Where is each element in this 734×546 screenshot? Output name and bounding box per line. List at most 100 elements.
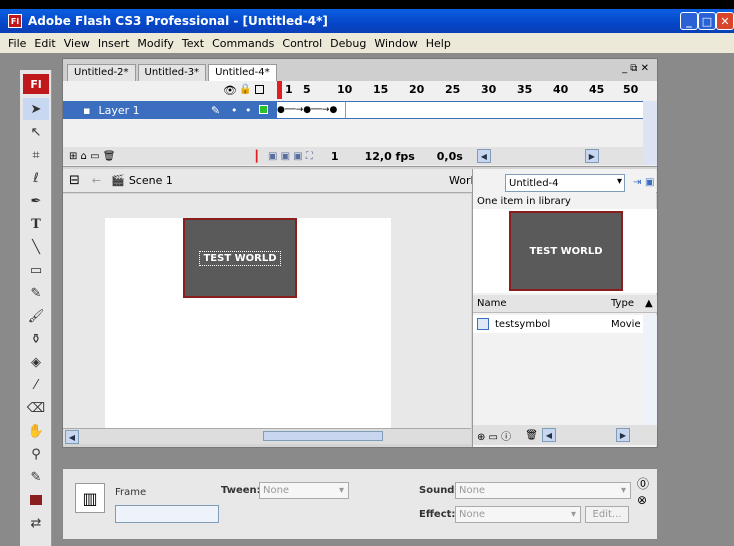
scroll-thumb[interactable] <box>263 431 383 441</box>
text-tool-icon[interactable]: T <box>23 213 49 235</box>
library-item-name: testsymbol <box>495 318 551 330</box>
frame-label-input[interactable] <box>115 505 219 523</box>
rectangle-tool-icon[interactable]: ▭ <box>23 259 49 281</box>
delete-icon[interactable]: 🗑 <box>525 430 538 441</box>
timeline-vscroll[interactable] <box>643 101 657 165</box>
tab-untitled-4[interactable]: Untitled-4* <box>208 64 277 81</box>
menu-file[interactable]: File <box>4 37 30 50</box>
column-name[interactable]: Name <box>477 298 507 309</box>
ink-bottle-tool-icon[interactable]: ⚱ <box>23 328 49 350</box>
sound-label: Sound: <box>419 485 459 496</box>
scroll-left-icon[interactable]: ◀ <box>65 430 79 444</box>
tween-frames[interactable]: ●──→●──→● <box>277 102 345 118</box>
flash-app-icon: Fl <box>8 14 22 28</box>
back-arrow-icon[interactable]: ← <box>92 174 101 187</box>
window-controls-icon[interactable]: _ ⧉ ✕ <box>622 63 649 74</box>
scroll-right-icon[interactable]: ▶ <box>584 149 599 163</box>
menu-modify[interactable]: Modify <box>133 37 177 50</box>
scroll-left-icon[interactable]: ◀ <box>476 149 491 163</box>
tab-untitled-2[interactable]: Untitled-2* <box>67 64 136 81</box>
frame-ruler[interactable]: 1 5 10 15 20 25 30 35 40 45 50 <box>277 81 655 99</box>
tween-select[interactable]: None ▾ <box>259 482 349 499</box>
layer-name[interactable]: Layer 1 <box>98 104 139 117</box>
menu-control[interactable]: Control <box>278 37 326 50</box>
playhead[interactable] <box>277 81 282 99</box>
tools-panel: Fl ➤ ↖ ⌗ ℓ ✒ T ╲ ▭ ✎ 🖌 ⚱ ◈ ⁄ ⌫ ✋ ⚲ ✎ ⇄ <box>20 70 52 546</box>
symbol-instance[interactable]: TEST WORLD <box>183 218 297 298</box>
lock-icon[interactable]: 🔒 <box>239 84 251 95</box>
maximize-button[interactable]: □ <box>698 12 716 30</box>
chevron-down-icon[interactable]: ▾ <box>617 176 622 187</box>
stage[interactable]: TEST WORLD <box>105 218 391 428</box>
menu-view[interactable]: View <box>60 37 94 50</box>
expand-icon[interactable]: ⊗ <box>637 493 647 507</box>
new-library-icon[interactable]: ▣ <box>645 177 654 188</box>
window-title: Adobe Flash CS3 Professional - [Untitled… <box>28 14 328 28</box>
preview-symbol: TEST WORLD <box>509 211 623 291</box>
menu-insert[interactable]: Insert <box>94 37 134 50</box>
column-type[interactable]: Type <box>611 298 634 309</box>
brush-tool-icon[interactable]: 🖌 <box>23 305 49 327</box>
menu-commands[interactable]: Commands <box>208 37 278 50</box>
subselection-tool-icon[interactable]: ↖ <box>23 121 49 143</box>
scroll-left-icon[interactable]: ◀ <box>541 428 556 442</box>
effect-select[interactable]: None ▾ <box>455 506 581 523</box>
eraser-tool-icon[interactable]: ⌫ <box>23 397 49 419</box>
scene-name[interactable]: Scene 1 <box>129 174 173 187</box>
chevron-down-icon[interactable]: ▾ <box>571 509 576 520</box>
pencil-tool-icon[interactable]: ✎ <box>23 282 49 304</box>
onion-skin-icon[interactable]: ▣ ▣ ▣ ⛶ <box>268 151 313 162</box>
edit-button[interactable]: Edit... <box>585 506 629 523</box>
chevron-down-icon[interactable]: ▾ <box>339 485 344 496</box>
stroke-color-icon[interactable]: ✎ <box>23 466 49 488</box>
menu-text[interactable]: Text <box>178 37 208 50</box>
layer-row-layer-1[interactable]: ▪ Layer 1 ✎ • • ●──→●──→● <box>63 101 643 119</box>
library-item-testsymbol[interactable]: testsymbol Movie <box>473 315 657 333</box>
tween-label: Tween: <box>221 485 261 496</box>
swap-colors-icon[interactable]: ⇄ <box>23 512 49 534</box>
library-vscroll[interactable] <box>643 315 657 425</box>
eye-icon[interactable]: 👁 <box>223 84 237 97</box>
menu-debug[interactable]: Debug <box>326 37 370 50</box>
paint-bucket-tool-icon[interactable]: ◈ <box>23 351 49 373</box>
zoom-tool-icon[interactable]: ⚲ <box>23 443 49 465</box>
tab-untitled-3[interactable]: Untitled-3* <box>137 64 207 81</box>
pencil-icon: ✎ <box>211 103 221 117</box>
lock-dot-icon[interactable]: • <box>245 104 252 117</box>
add-layer-icon[interactable]: ⊞ ⌂ ▭ 🗑 <box>69 151 115 162</box>
frame-number: 50 <box>623 83 639 96</box>
free-transform-tool-icon[interactable]: ⌗ <box>23 144 49 166</box>
window-titlebar[interactable]: Fl Adobe Flash CS3 Professional - [Untit… <box>0 9 734 33</box>
eyedropper-tool-icon[interactable]: ⁄ <box>23 374 49 396</box>
library-document-select[interactable]: Untitled-4 ▾ <box>505 174 625 192</box>
outline-icon[interactable] <box>255 85 264 94</box>
outline-color-icon[interactable] <box>259 105 268 114</box>
visibility-dot-icon[interactable]: • <box>231 104 238 117</box>
frame-rate[interactable]: 12,0 fps <box>365 150 415 163</box>
pasteboard: TEST WORLD <box>63 194 471 428</box>
help-icon[interactable]: ⓪ <box>637 475 649 492</box>
minimize-button[interactable]: _ <box>680 12 698 30</box>
stage-hscroll[interactable]: ◀ <box>63 428 471 444</box>
menu-window[interactable]: Window <box>370 37 421 50</box>
empty-frames[interactable] <box>345 102 643 118</box>
pin-icon[interactable]: ⇥ <box>633 177 641 188</box>
frame-number: 5 <box>303 83 311 96</box>
chevron-down-icon[interactable]: ▾ <box>621 485 626 496</box>
scroll-right-icon[interactable]: ▶ <box>615 428 630 442</box>
timeline-toggle-icon[interactable]: ⊟ <box>69 173 80 188</box>
pen-tool-icon[interactable]: ✒ <box>23 190 49 212</box>
close-button[interactable]: ✕ <box>716 12 734 30</box>
center-frame-icon[interactable]: ┃ <box>253 150 260 163</box>
hand-tool-icon[interactable]: ✋ <box>23 420 49 442</box>
menu-help[interactable]: Help <box>422 37 455 50</box>
new-symbol-icon[interactable]: ⊕ ▭ ⓘ <box>477 428 511 443</box>
sound-select[interactable]: None ▾ <box>455 482 631 499</box>
sort-up-icon[interactable]: ▲ <box>645 298 653 309</box>
menu-edit[interactable]: Edit <box>30 37 59 50</box>
fill-color-icon[interactable] <box>23 489 49 511</box>
current-frame: 1 <box>330 149 339 163</box>
selection-tool-icon[interactable]: ➤ <box>23 98 49 120</box>
line-tool-icon[interactable]: ╲ <box>23 236 49 258</box>
lasso-tool-icon[interactable]: ℓ <box>23 167 49 189</box>
